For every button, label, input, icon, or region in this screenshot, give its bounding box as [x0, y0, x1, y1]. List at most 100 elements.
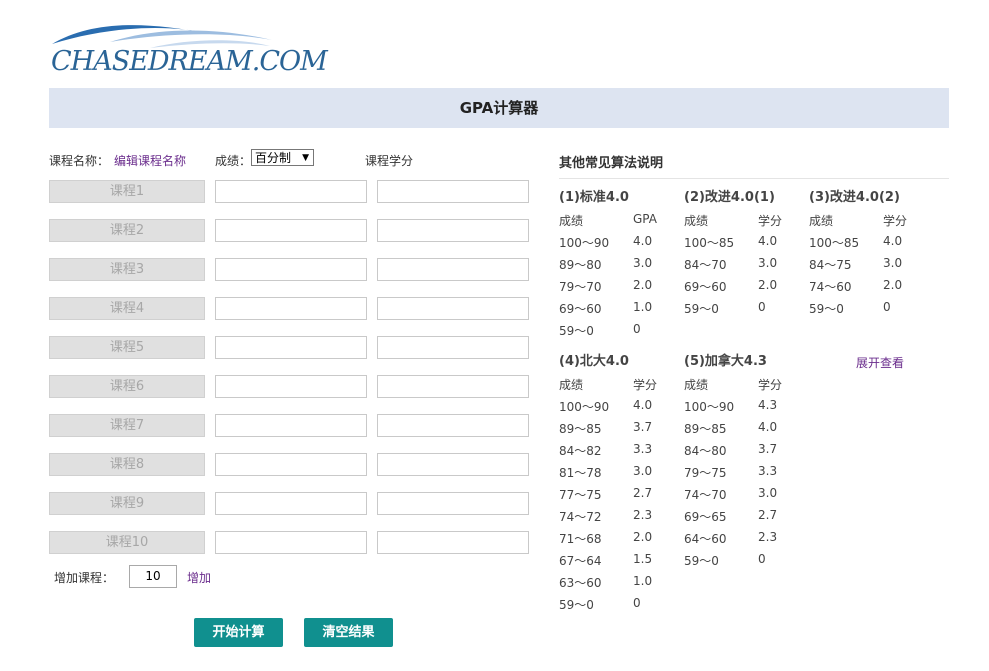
method-title: (1)标准4.0	[559, 190, 629, 205]
add-course-link[interactable]: 增加	[187, 569, 211, 586]
logo-text: CHASEDREAM.COM	[51, 46, 328, 77]
method-cell: 0	[633, 596, 641, 610]
score-input[interactable]	[215, 531, 367, 554]
method-row: 89～85 4.0	[684, 420, 777, 442]
credit-input[interactable]	[377, 219, 529, 242]
course-name-button[interactable]: 课程4	[49, 297, 205, 320]
method-header-cell: GPA	[633, 212, 657, 226]
method-header-cell: 学分	[633, 378, 658, 392]
score-input[interactable]	[215, 297, 367, 320]
method-cell: 2.7	[758, 508, 778, 522]
method-cell: 0	[758, 552, 766, 566]
course-name-label: 课程名称：	[49, 154, 110, 168]
method-cell: 3.3	[758, 464, 778, 478]
score-input[interactable]	[215, 453, 367, 476]
score-input[interactable]	[215, 414, 367, 437]
clear-results-button[interactable]: 清空结果	[304, 618, 393, 647]
score-input[interactable]	[215, 336, 367, 359]
method-cell: 2.0	[633, 530, 653, 544]
method-header-cell: 学分	[758, 214, 783, 228]
credit-input[interactable]	[377, 453, 529, 476]
score-input[interactable]	[215, 375, 367, 398]
method-row: 64～60 2.3	[684, 530, 777, 552]
method-cell: 69～60	[684, 280, 727, 294]
course-name-button[interactable]: 课程3	[49, 258, 205, 281]
method-row: 79～75 3.3	[684, 464, 777, 486]
method-cell: 4.0	[633, 398, 653, 412]
credit-input[interactable]	[377, 336, 529, 359]
course-name-button[interactable]: 课程2	[49, 219, 205, 242]
method-cell: 59～0	[559, 598, 594, 612]
method-cell: 100～90	[559, 400, 610, 414]
method-header-row: 成绩 学分	[809, 212, 907, 234]
method-row: 100～90 4.3	[684, 398, 777, 420]
credit-input[interactable]	[377, 375, 529, 398]
method-cell: 2.7	[633, 486, 653, 500]
method-row: 89～85 3.7	[559, 420, 652, 442]
method-cell: 84～75	[809, 258, 852, 272]
course-name-button[interactable]: 课程6	[49, 375, 205, 398]
credit-input[interactable]	[377, 258, 529, 281]
credit-input[interactable]	[377, 180, 529, 203]
score-type-select[interactable]: 百分制 ▼	[251, 149, 314, 166]
method-row: 59～0 0	[684, 552, 767, 574]
method-cell: 74～72	[559, 510, 602, 524]
method-header-cell: 学分	[758, 378, 783, 392]
method-cell: 67～64	[559, 554, 602, 568]
calculate-button[interactable]: 开始计算	[194, 618, 283, 647]
credit-input[interactable]	[377, 297, 529, 320]
method-cell: 59～0	[559, 324, 594, 338]
expand-link[interactable]: 展开查看	[856, 354, 904, 371]
method-row: 74～60 2.0	[809, 278, 902, 300]
method-row: 89～80 3.0	[559, 256, 652, 278]
score-type-value: 百分制	[255, 151, 292, 165]
method-cell: 4.0	[758, 234, 778, 248]
method-cell: 84～70	[684, 258, 727, 272]
method-header-cell: 学分	[883, 214, 908, 228]
method-cell: 0	[633, 322, 641, 336]
course-name-button[interactable]: 课程5	[49, 336, 205, 359]
method-cell: 69～60	[559, 302, 602, 316]
credit-input[interactable]	[377, 531, 529, 554]
method-cell: 3.3	[633, 442, 653, 456]
method-cell: 74～70	[684, 488, 727, 502]
add-course-count-input[interactable]: 10	[129, 565, 177, 588]
method-cell: 2.3	[633, 508, 653, 522]
course-name-button[interactable]: 课程10	[49, 531, 205, 554]
score-input[interactable]	[215, 258, 367, 281]
method-cell: 4.0	[883, 234, 903, 248]
method-header-cell: 成绩	[684, 214, 709, 228]
method-title: (2)改进4.0(1)	[684, 190, 775, 205]
method-row: 59～0 0	[684, 300, 775, 322]
course-name-button[interactable]: 课程1	[49, 180, 205, 203]
course-name-button[interactable]: 课程8	[49, 453, 205, 476]
method-cell: 63～60	[559, 576, 602, 590]
method-cell: 3.0	[758, 486, 778, 500]
course-name-button[interactable]: 课程9	[49, 492, 205, 515]
chevron-down-icon: ▼	[302, 153, 309, 163]
method-title: (4)北大4.0	[559, 354, 629, 369]
method-row: 59～0 0	[809, 300, 900, 322]
method-row: 67～64 1.5	[559, 552, 652, 574]
method-row: 81～78 3.0	[559, 464, 652, 486]
side-divider	[559, 178, 949, 179]
method-row: 71～68 2.0	[559, 530, 652, 552]
method-row: 100～85 4.0	[684, 234, 778, 256]
chasedream-logo[interactable]: CHASEDREAM.COM	[50, 20, 328, 80]
method-header-row: 成绩 学分	[684, 376, 782, 398]
credit-input[interactable]	[377, 492, 529, 515]
method-cell: 4.3	[758, 398, 778, 412]
method-cell: 89～85	[684, 422, 727, 436]
credit-input[interactable]	[377, 414, 529, 437]
score-input[interactable]	[215, 180, 367, 203]
edit-course-names-link[interactable]: 编辑课程名称	[114, 152, 186, 169]
course-name-button[interactable]: 课程7	[49, 414, 205, 437]
gpa-method: (1)标准4.0 成绩 GPA 100～90 4.0 89～80 3.0 79～70 2.0 69…	[559, 190, 657, 344]
method-header-cell: 成绩	[559, 378, 584, 392]
score-input[interactable]	[215, 219, 367, 242]
score-input[interactable]	[215, 492, 367, 515]
method-cell: 74～60	[809, 280, 852, 294]
method-row: 84～82 3.3	[559, 442, 652, 464]
method-cell: 71～68	[559, 532, 602, 546]
method-row: 74～72 2.3	[559, 508, 652, 530]
